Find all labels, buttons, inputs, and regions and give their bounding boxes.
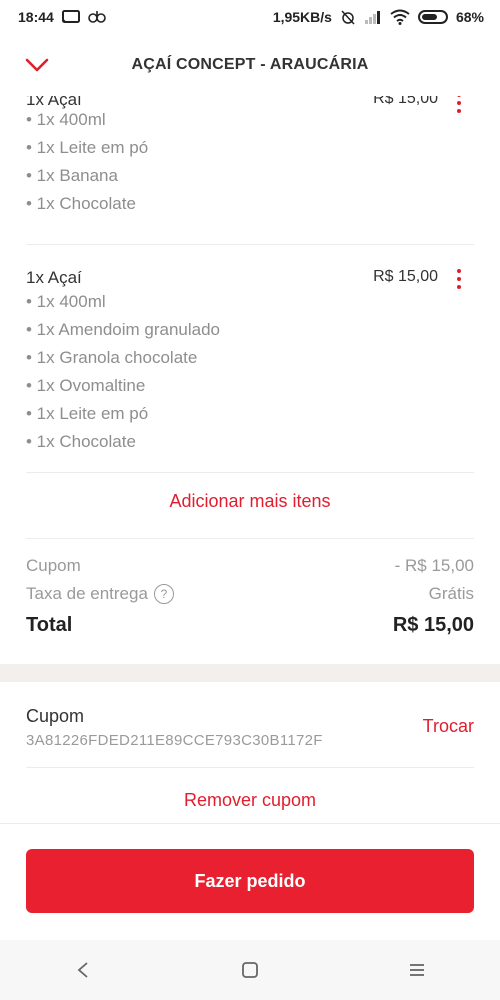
item-option: • 1x 400ml: [26, 292, 106, 311]
total-label: Total: [26, 614, 73, 636]
item-option: • 1x Leite em pó: [26, 404, 149, 423]
item-option: • 1x Ovomaltine: [26, 376, 146, 395]
delivery-fee-row: Taxa de entrega ? Grátis: [26, 584, 474, 604]
status-right: 1,95KB/s 68%: [273, 9, 484, 25]
item-option: • 1x Chocolate: [26, 432, 136, 451]
item-price: R$ 15,00: [373, 96, 438, 107]
divider: [26, 244, 474, 245]
alarm-off-icon: [340, 9, 356, 25]
more-vertical-icon[interactable]: [450, 96, 468, 116]
remove-coupon-button[interactable]: Remover cupom: [0, 790, 500, 811]
chevron-down-icon[interactable]: [22, 54, 52, 76]
divider: [26, 538, 474, 539]
coupon-code: 3A81226FDED211E89CCE793C30B1172F: [26, 732, 323, 749]
cart-content[interactable]: 1x Açaí R$ 15,00 • 1x 400ml • 1x Leite e…: [0, 96, 500, 660]
divider: [26, 767, 474, 768]
item-name: 1x Açaí: [26, 268, 82, 287]
app-header: AÇAÍ CONCEPT - ARAUCÁRIA: [0, 34, 500, 96]
add-more-items-link[interactable]: Adicionar mais itens: [0, 491, 500, 512]
cast-icon: [61, 10, 80, 24]
network-speed: 1,95KB/s: [272, 9, 332, 25]
item-option: • 1x Banana: [26, 166, 118, 185]
divider: [0, 823, 500, 824]
divider: [26, 472, 474, 473]
more-vertical-icon[interactable]: [450, 266, 468, 292]
total-row: Total R$ 15,00: [26, 614, 474, 637]
swap-coupon-button[interactable]: Trocar: [423, 716, 474, 737]
back-icon[interactable]: [63, 950, 103, 990]
battery-percent: 68%: [455, 9, 484, 25]
item-option: • 1x Leite em pó: [26, 138, 149, 157]
system-nav-bar: [0, 940, 500, 1000]
status-left: 18:44: [18, 9, 106, 25]
battery-icon: [417, 10, 448, 24]
home-icon[interactable]: [230, 950, 270, 990]
delivery-fee-label-group: Taxa de entrega ?: [26, 584, 174, 604]
item-option: • 1x Chocolate: [26, 194, 136, 213]
item-options: • 1x 400ml • 1x Leite em pó • 1x Banana …: [26, 106, 148, 218]
coupon-discount-label: Cupom: [26, 556, 81, 575]
place-order-button[interactable]: Fazer pedido: [26, 849, 474, 913]
status-time: 18:44: [18, 9, 54, 25]
delivery-fee-label: Taxa de entrega: [26, 584, 148, 603]
wifi-icon: [390, 9, 410, 25]
item-option: • 1x Granola chocolate: [26, 348, 198, 367]
item-price: R$ 15,00: [373, 268, 438, 285]
coupon-discount-row: Cupom - R$ 15,00: [26, 556, 474, 576]
coupon-title: Cupom: [26, 706, 85, 726]
item-option: • 1x Amendoim granulado: [26, 320, 221, 339]
menu-icon[interactable]: [397, 950, 437, 990]
signal-icon: [364, 10, 382, 24]
section-separator: [0, 664, 500, 682]
help-icon[interactable]: ?: [153, 584, 174, 604]
app-notification-icon: [88, 10, 106, 24]
status-bar: 18:44 1,95KB/s 68%: [0, 0, 500, 34]
store-title: AÇAÍ CONCEPT - ARAUCÁRIA: [131, 56, 369, 73]
item-option: • 1x 400ml: [26, 110, 106, 129]
coupon-discount-value: - R$ 15,00: [394, 556, 474, 575]
item-options: • 1x 400ml • 1x Amendoim granulado • 1x …: [26, 288, 220, 456]
total-value: R$ 15,00: [392, 614, 474, 636]
delivery-fee-value: Grátis: [428, 584, 474, 603]
